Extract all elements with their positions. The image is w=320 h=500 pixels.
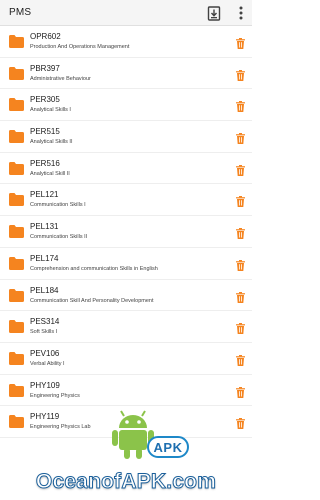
course-name: Verbal Ability I bbox=[30, 360, 65, 367]
delete-icon[interactable] bbox=[236, 36, 245, 49]
course-name: Communication Skill And Personality Deve… bbox=[30, 297, 154, 304]
folder-icon bbox=[9, 193, 24, 207]
folder-icon bbox=[9, 383, 24, 397]
folder-icon bbox=[9, 256, 24, 270]
list-item[interactable]: PEV106 Verbal Ability I bbox=[0, 343, 252, 375]
delete-icon[interactable] bbox=[236, 353, 245, 366]
course-code: PEL184 bbox=[30, 285, 59, 295]
course-name: Communication Skills I bbox=[30, 202, 86, 209]
delete-icon[interactable] bbox=[236, 385, 245, 398]
course-name: Analytical Skills II bbox=[30, 139, 73, 146]
course-name: Soft Skills I bbox=[30, 329, 58, 336]
list-item[interactable]: PEL174 Comprehension and communication Sk… bbox=[0, 248, 252, 280]
course-code: PBR397 bbox=[30, 63, 60, 73]
list-item[interactable]: PER516 Analytical Skill II bbox=[0, 153, 252, 185]
course-code: PEL174 bbox=[30, 253, 59, 263]
delete-icon[interactable] bbox=[236, 68, 245, 81]
folder-icon bbox=[9, 288, 24, 302]
delete-icon[interactable] bbox=[236, 131, 245, 145]
list-item[interactable]: PBR397 Administrative Behaviour bbox=[0, 58, 252, 90]
course-name: Engineering Physics Lab bbox=[30, 424, 91, 431]
folder-icon bbox=[9, 161, 24, 175]
folder-icon bbox=[9, 35, 24, 48]
apk-badge-logo: APK bbox=[147, 436, 189, 458]
delete-icon[interactable] bbox=[236, 258, 245, 271]
course-code: PEL131 bbox=[30, 222, 59, 232]
list-item[interactable]: PES314 Soft Skills I bbox=[0, 311, 252, 343]
list-item[interactable]: PHY109 Engineering Physics bbox=[0, 375, 252, 407]
app-bar: PMS bbox=[0, 0, 252, 26]
course-code: PEV106 bbox=[30, 348, 60, 358]
folder-icon bbox=[9, 351, 24, 365]
folder-icon bbox=[9, 98, 24, 112]
course-name: Comprehension and communication Skills i… bbox=[30, 265, 158, 272]
app-title: PMS bbox=[9, 7, 32, 18]
course-name: Administrative Behaviour bbox=[30, 75, 91, 82]
folder-icon bbox=[9, 130, 24, 144]
course-code: PHY119 bbox=[30, 412, 60, 422]
list-item[interactable]: PER305 Analytical Skills I bbox=[0, 89, 252, 122]
list-item[interactable]: PEL121 Communication Skills I bbox=[0, 184, 252, 217]
delete-icon[interactable] bbox=[236, 194, 245, 208]
delete-icon[interactable] bbox=[236, 416, 245, 430]
course-code: PER515 bbox=[30, 127, 60, 137]
folder-icon bbox=[9, 66, 24, 80]
folder-icon bbox=[9, 225, 24, 239]
folder-icon bbox=[9, 320, 24, 334]
folder-icon bbox=[9, 415, 24, 429]
list-item[interactable]: OPR602 Production And Operations Manageme… bbox=[0, 26, 252, 58]
delete-icon[interactable] bbox=[236, 226, 245, 240]
course-code: PES314 bbox=[30, 317, 60, 327]
course-name: Production And Operations Management bbox=[30, 44, 130, 50]
delete-icon[interactable] bbox=[236, 321, 245, 335]
course-code: PHY109 bbox=[30, 380, 60, 390]
course-code: PER516 bbox=[30, 158, 60, 168]
list-item[interactable]: PEL184 Communication Skill And Personalit… bbox=[0, 280, 252, 312]
watermark-text: OceanofAPK.com bbox=[35, 470, 217, 494]
course-name: Analytical Skills I bbox=[30, 107, 71, 114]
delete-icon[interactable] bbox=[236, 290, 245, 303]
course-code: PER305 bbox=[30, 95, 60, 105]
course-name: Engineering Physics bbox=[30, 392, 80, 399]
list-item[interactable]: PER515 Analytical Skills II bbox=[0, 121, 252, 153]
download-file-icon[interactable] bbox=[206, 5, 222, 21]
apk-badge-text: APK bbox=[153, 439, 183, 455]
delete-icon[interactable] bbox=[236, 99, 245, 113]
course-code: OPR602 bbox=[30, 32, 61, 41]
course-code: PEL121 bbox=[30, 190, 59, 200]
list-item[interactable]: PEL131 Communication Skills II bbox=[0, 216, 252, 248]
course-name: Communication Skills II bbox=[30, 234, 88, 241]
delete-icon[interactable] bbox=[236, 163, 245, 176]
more-vertical-icon[interactable] bbox=[233, 5, 249, 21]
course-name: Analytical Skill II bbox=[30, 170, 70, 177]
course-list: OPR602 Production And Operations Manageme… bbox=[0, 26, 252, 438]
